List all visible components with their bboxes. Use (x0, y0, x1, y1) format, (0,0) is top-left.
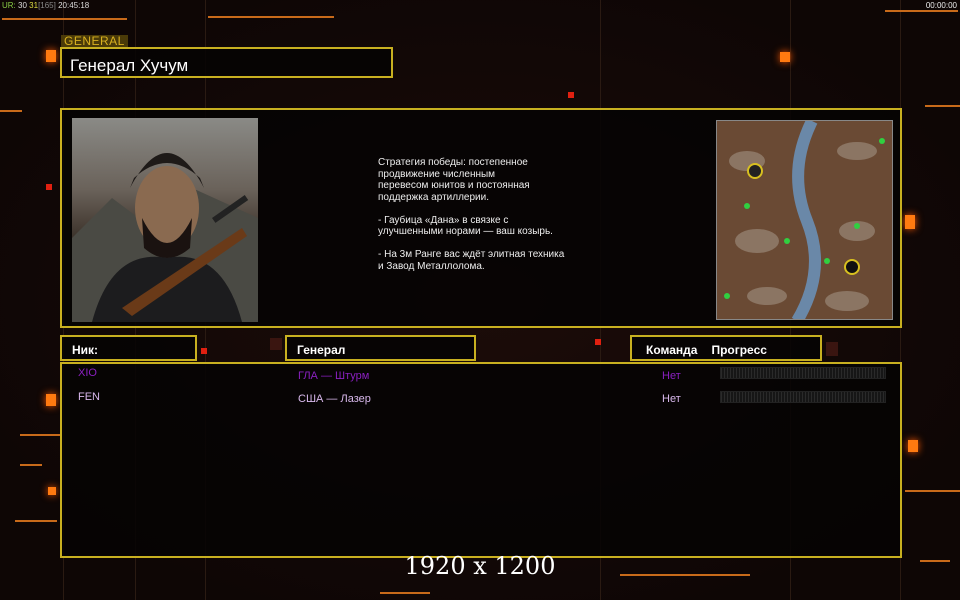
player-team: Нет (662, 370, 681, 382)
general-name: Генерал Хучум (70, 56, 189, 75)
header-general: Генерал (285, 335, 476, 361)
fps-value-2: 31 (29, 1, 39, 10)
fps-readout: UR: 30 31[165] 20:45:18 (2, 1, 89, 10)
player-general: США — Лазер (298, 393, 371, 405)
player-nick: XIO (78, 367, 97, 379)
team-header: Команда (646, 343, 698, 357)
progress-header: Прогресс (711, 343, 767, 357)
ur-label: UR: (2, 1, 16, 10)
general-description: Стратегия победы: постепенное продвижени… (378, 157, 565, 272)
resolution-watermark: 1920 x 1200 (404, 552, 556, 580)
system-time: 20:45:18 (58, 1, 90, 10)
player-progress-bar (720, 367, 886, 379)
frame-count: [165] (38, 1, 56, 10)
map-preview[interactable] (716, 120, 893, 320)
general-portrait (72, 118, 258, 322)
player-general: ГЛА — Штурм (298, 370, 370, 382)
header-team-progress: Команда Прогресс (630, 335, 822, 361)
game-clock: 00:00:00 (925, 1, 957, 10)
nick-header: Ник: (72, 343, 99, 357)
player-nick: FEN (78, 391, 100, 403)
player-team: Нет (662, 393, 681, 405)
general-header: Генерал (297, 343, 346, 357)
player-progress-bar (720, 391, 886, 403)
general-info-panel: Стратегия победы: постепенное продвижени… (60, 108, 902, 328)
fps-value: 30 (18, 1, 27, 10)
general-name-box: Генерал Хучум (60, 47, 393, 78)
header-nick: Ник: (60, 335, 197, 361)
